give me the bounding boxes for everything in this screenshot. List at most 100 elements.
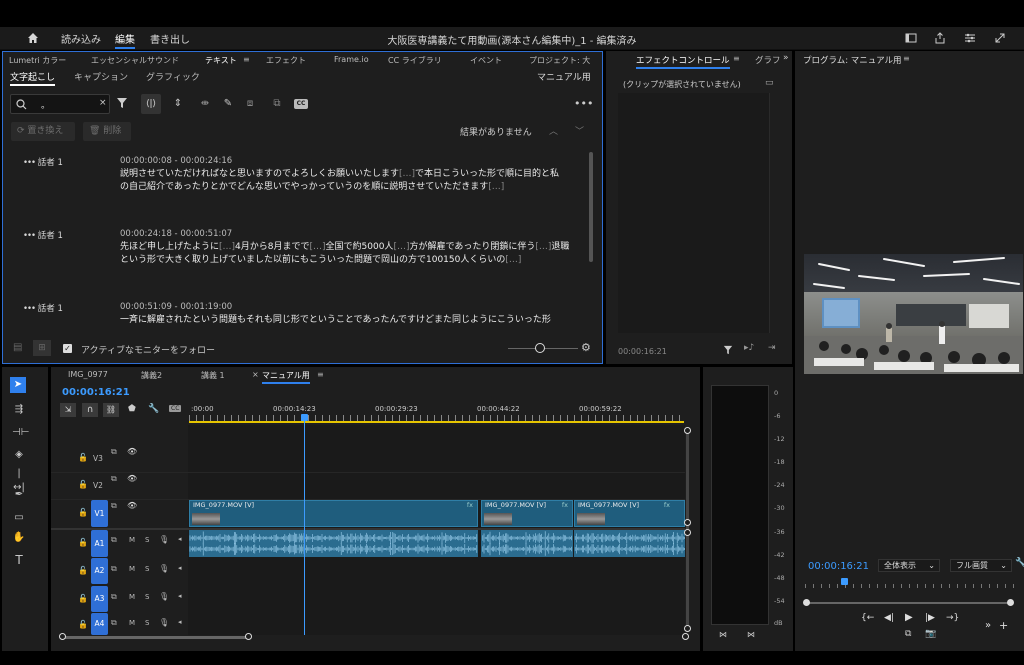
step-forward-icon[interactable]: |▶	[925, 613, 935, 623]
lift-icon[interactable]: ⧉	[905, 629, 911, 639]
a3-sync-icon[interactable]: ⧉	[111, 592, 117, 602]
rectangle-icon[interactable]: ▭	[12, 511, 26, 525]
clear-search-icon[interactable]: ×	[99, 98, 107, 108]
workspaces-icon[interactable]	[964, 32, 976, 44]
tab-graph[interactable]: グラフ	[755, 54, 781, 66]
slip-icon[interactable]: |↔|	[12, 467, 26, 493]
fullscreen-icon[interactable]	[994, 32, 1006, 44]
program-scroll-track[interactable]	[807, 602, 1011, 604]
lock-a3-icon[interactable]: 🔓	[78, 594, 88, 603]
settings-sliders-icon[interactable]: ⚙	[581, 341, 591, 354]
case-sensitive-button[interactable]: ⟨|⟩	[141, 94, 161, 114]
effect-panel-toggle-icon[interactable]: ▭	[765, 78, 774, 88]
tab-project[interactable]: プロジェクト: 大	[529, 55, 590, 66]
wrench-icon[interactable]: 🔧	[1015, 558, 1024, 568]
transcript-scrollbar[interactable]	[589, 152, 593, 262]
zoom-slider-handle[interactable]	[535, 343, 545, 353]
subtab-graphics[interactable]: グラフィック	[146, 70, 200, 83]
add-marker-icon[interactable]: ⬟	[128, 404, 136, 414]
selection-tool-icon[interactable]: ➤	[10, 377, 26, 393]
hand-icon[interactable]: ✋	[12, 531, 26, 545]
prev-result-icon[interactable]: ︿	[549, 124, 558, 137]
meter-solo-left-icon[interactable]: ⋈	[719, 630, 727, 639]
timeline-vscroll-mid2[interactable]	[684, 529, 691, 536]
timeline-vscroll-bottom[interactable]	[684, 625, 691, 632]
timeline-hscroll[interactable]	[63, 636, 249, 639]
a3-solo[interactable]: S	[145, 593, 149, 601]
a2-sync-icon[interactable]: ⧉	[111, 564, 117, 574]
video-clip-1[interactable]: IMG_0977.MOV [V] fx	[189, 500, 478, 527]
type-tool-icon[interactable]: T	[12, 553, 26, 567]
a3-mute[interactable]: M	[129, 593, 135, 601]
lock-v3-icon[interactable]: 🔓	[78, 453, 88, 462]
mark-in-icon[interactable]: {←	[861, 613, 874, 623]
v1-eye-icon[interactable]: 👁	[127, 501, 137, 510]
a1-sync-icon[interactable]: ⧉	[111, 535, 117, 545]
more-options-icon[interactable]: •••	[574, 97, 593, 110]
a4-mic-icon[interactable]: 🎙	[159, 618, 169, 627]
nav-import[interactable]: 読み込み	[61, 31, 101, 46]
a2-mic-icon[interactable]: 🎙	[159, 564, 169, 573]
play-audio-icon[interactable]: ▸♪	[744, 343, 754, 353]
ripple-edit-icon[interactable]: ⊣⊢	[12, 426, 29, 440]
split-segment-icon[interactable]: ⇕	[171, 97, 185, 111]
lock-a4-icon[interactable]: 🔓	[78, 620, 88, 629]
track-a3-target[interactable]: A3	[91, 586, 108, 612]
nav-edit[interactable]: 編集	[115, 31, 135, 49]
captions-track-icon[interactable]: CC	[169, 405, 182, 412]
linked-selection-icon[interactable]: ⛓	[103, 403, 119, 417]
zoom-dropdown[interactable]: 全体表示 ⌄	[878, 559, 940, 572]
share-icon[interactable]	[934, 32, 946, 44]
edit-pencil-icon[interactable]: ✎	[221, 97, 235, 111]
timeline-hscroll-end[interactable]	[682, 633, 689, 640]
delete-button[interactable]: 🗑 削除	[83, 122, 131, 141]
tab-manual[interactable]: マニュアル用	[262, 370, 310, 384]
timeline-hscroll-right[interactable]	[245, 633, 252, 640]
close-tab-icon[interactable]: ×	[252, 370, 259, 379]
playhead-line[interactable]	[304, 421, 305, 635]
track-a1-target[interactable]: A1	[91, 530, 108, 557]
a1-mic-icon[interactable]: 🎙	[159, 535, 169, 544]
program-mini-ruler[interactable]	[805, 580, 1017, 588]
v3-sync-icon[interactable]: ⧉	[111, 447, 117, 457]
track-a4-target[interactable]: A4	[91, 613, 108, 635]
tab-frameio[interactable]: Frame.io	[334, 55, 369, 64]
v2-eye-icon[interactable]: 👁	[127, 474, 137, 483]
panel-layout-icon[interactable]: ▤	[13, 342, 22, 353]
tab-events[interactable]: イベント	[470, 55, 502, 66]
timeline-settings-icon[interactable]: 🔧	[148, 404, 159, 414]
replace-button[interactable]: ⟳ 置き換え	[11, 122, 75, 141]
a4-sync-icon[interactable]: ⧉	[111, 618, 117, 628]
segment-2-speaker[interactable]: ••• 話者 1	[23, 229, 63, 241]
segment-3-text[interactable]: 一斉に解雇されたという問題もそれも同じ形でということであったんですけどまた同じよ…	[120, 314, 590, 327]
mark-out-icon[interactable]: →}	[946, 613, 959, 623]
a3-volume-icon[interactable]: ◂	[178, 592, 182, 600]
tab-effects[interactable]: エフェクト	[266, 55, 306, 66]
program-playhead-marker[interactable]	[841, 578, 848, 585]
a1-volume-icon[interactable]: ◂	[178, 535, 182, 543]
lock-v1-icon[interactable]: 🔓	[78, 508, 88, 517]
next-result-icon[interactable]: ﹀	[575, 124, 584, 137]
tab-effect-menu-icon[interactable]: ≡	[733, 54, 740, 63]
segment-2-text[interactable]: 先ほど申し上げたように[…]4月から8月までで[…]全国で約5000人[…]方が…	[120, 241, 590, 267]
lock-v2-icon[interactable]: 🔓	[78, 480, 88, 489]
tab-lecture1[interactable]: 講義 1	[201, 370, 225, 381]
razor-icon[interactable]: ◈	[12, 448, 26, 462]
more-controls-icon[interactable]: »	[985, 620, 991, 631]
timeline-hscroll-left[interactable]	[59, 633, 66, 640]
a4-solo[interactable]: S	[145, 619, 149, 627]
segment-1-text[interactable]: 説明させていただければなと思いますのでよろしくお願いいたします[…]で本日こうい…	[120, 168, 590, 194]
lock-a2-icon[interactable]: 🔓	[78, 566, 88, 575]
pen-icon[interactable]: ✒	[12, 488, 26, 502]
tab-img0977[interactable]: IMG_0977	[68, 370, 108, 379]
meter-solo-right-icon[interactable]: ⋈	[747, 630, 755, 639]
camera-icon[interactable]: 📷	[925, 629, 936, 639]
timeline-timecode[interactable]: 00:00:16:21	[62, 387, 130, 398]
speaker-group-icon[interactable]: ⧉	[270, 97, 284, 111]
v3-eye-icon[interactable]: 👁	[127, 447, 137, 456]
video-clip-2[interactable]: IMG_0977.MOV [V] fx	[481, 500, 573, 527]
subtab-transcript[interactable]: 文字起こし	[10, 70, 56, 86]
quality-dropdown[interactable]: フル画質 ⌄	[950, 559, 1012, 572]
track-v1-target[interactable]: V1	[91, 500, 108, 527]
a2-volume-icon[interactable]: ◂	[178, 564, 182, 572]
